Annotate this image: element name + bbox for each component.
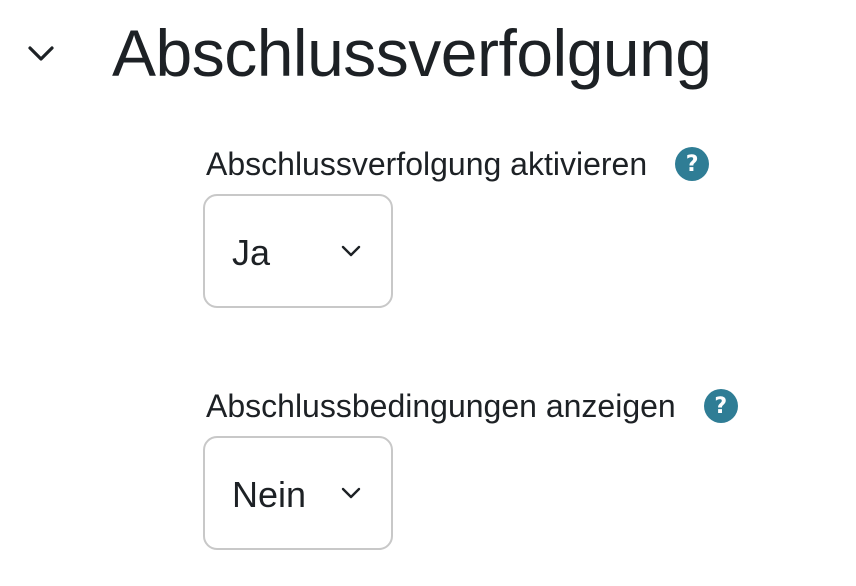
chevron-down-icon[interactable]: [20, 32, 62, 74]
enable-completion-select[interactable]: Ja: [203, 194, 393, 308]
chevron-down-icon: [341, 245, 361, 257]
field-show-completion-conditions: Abschlussbedingungen anzeigen ? Nein: [203, 382, 738, 550]
help-icon[interactable]: ?: [703, 389, 738, 423]
field-label-row: Abschlussverfolgung aktivieren ?: [206, 140, 710, 188]
select-value: Nein: [232, 474, 307, 515]
help-icon[interactable]: ?: [675, 147, 710, 181]
field-label: Abschlussbedingungen anzeigen: [206, 388, 676, 424]
field-label: Abschlussverfolgung aktivieren: [206, 146, 648, 182]
field-enable-completion: Abschlussverfolgung aktivieren ? Ja: [203, 140, 710, 308]
show-completion-conditions-select[interactable]: Nein: [203, 436, 393, 550]
section-title: Abschlussverfolgung: [112, 16, 712, 90]
section-header: Abschlussverfolgung: [0, 0, 856, 110]
chevron-down-icon: [341, 487, 361, 499]
field-label-row: Abschlussbedingungen anzeigen ?: [206, 382, 738, 430]
select-value: Ja: [232, 232, 271, 273]
